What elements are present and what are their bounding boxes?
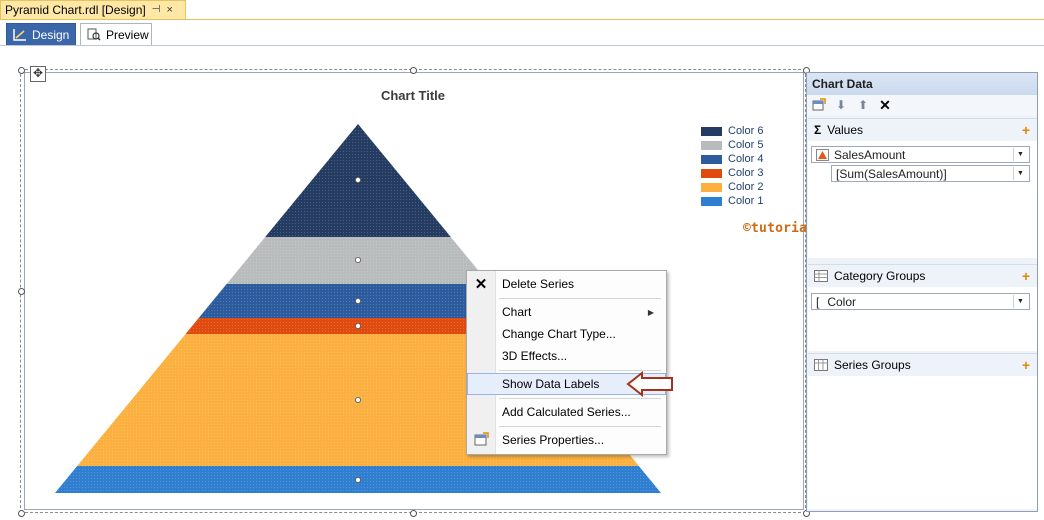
panel-title: Chart Data [807, 73, 1037, 95]
section-title: Series Groups [834, 358, 911, 372]
legend-label: Color 2 [728, 181, 764, 193]
chevron-down-icon[interactable]: ▼ [1013, 148, 1027, 161]
field-label: [Sum(SalesAmount)] [836, 166, 947, 181]
legend-swatch [701, 196, 722, 206]
series-point-marker [354, 256, 361, 263]
series-point-marker [354, 322, 361, 329]
values-header: Σ Values + [808, 118, 1037, 141]
menu-separator [499, 298, 661, 299]
grid-icon [814, 270, 828, 282]
menu-label: Chart [502, 305, 532, 319]
menu-label: Delete Series [502, 277, 575, 291]
legend-swatch [701, 182, 722, 192]
properties-icon [473, 431, 489, 449]
legend-label: Color 1 [728, 195, 764, 207]
bracket-icon: [ [816, 294, 820, 309]
legend-item: Color 4 [701, 152, 763, 166]
values-aggregate-expression[interactable]: [Sum(SalesAmount)] ▼ [831, 165, 1030, 182]
sigma-icon: Σ [814, 123, 822, 137]
legend-label: Color 4 [728, 153, 764, 165]
values-section: Σ Values + SalesAmount ▼ [Sum(SalesAmoun… [808, 118, 1037, 258]
move-down-icon[interactable]: ⬇ [834, 98, 848, 112]
series-groups-header: Series Groups + [808, 353, 1037, 376]
menu-label: Add Calculated Series... [502, 405, 631, 419]
panel-toolbar: ⬇ ⬆ ✕ [807, 95, 1037, 115]
legend-swatch [701, 154, 722, 164]
series-context-menu: ✕ Delete Series Chart ▶ Change Chart Typ… [466, 270, 667, 455]
menu-label: Show Data Labels [502, 377, 600, 391]
legend-item: Color 5 [701, 138, 763, 152]
section-title: Category Groups [834, 269, 926, 283]
values-field-salesamount[interactable]: SalesAmount ▼ [811, 146, 1030, 163]
legend-swatch [701, 168, 722, 178]
menu-item-delete-series[interactable]: ✕ Delete Series [467, 273, 666, 295]
series-point-marker [354, 297, 361, 304]
menu-item-change-chart-type[interactable]: Change Chart Type... [467, 323, 666, 345]
menu-separator [499, 426, 661, 427]
legend-label: Color 5 [728, 139, 764, 151]
add-category-group-icon[interactable]: + [1022, 268, 1030, 284]
category-groups-header: Category Groups + [808, 264, 1037, 287]
add-value-icon[interactable]: + [1022, 122, 1030, 138]
menu-label: 3D Effects... [502, 349, 568, 363]
properties-icon[interactable] [812, 98, 826, 112]
category-groups-section: Category Groups + [ Color ▼ [808, 264, 1037, 351]
section-title: Values [827, 123, 864, 137]
menu-label: Change Chart Type... [502, 327, 616, 341]
chart-data-panel: Chart Data ⬇ ⬆ ✕ Σ Values + SalesAmount … [806, 72, 1038, 512]
series-groups-section: Series Groups + [808, 353, 1037, 509]
legend-label: Color 3 [728, 167, 764, 179]
menu-item-3d-effects[interactable]: 3D Effects... [467, 345, 666, 367]
series-point-marker [354, 396, 361, 403]
legend-swatch [701, 140, 722, 150]
series-point-marker [354, 476, 361, 483]
category-group-field-color[interactable]: [ Color ▼ [811, 293, 1030, 310]
field-label: Color [827, 294, 857, 309]
series-point-marker [354, 176, 361, 183]
chevron-down-icon[interactable]: ▼ [1013, 295, 1027, 308]
legend-item: Color 1 [701, 194, 763, 208]
legend-label: Color 6 [728, 125, 764, 137]
grid-icon [814, 359, 828, 371]
series-type-icon [816, 148, 829, 161]
legend-swatch [701, 126, 722, 136]
add-series-group-icon[interactable]: + [1022, 357, 1030, 373]
callout-arrow-icon [626, 371, 673, 397]
delete-icon[interactable]: ✕ [878, 98, 892, 112]
menu-item-series-properties[interactable]: Series Properties... [467, 429, 666, 451]
legend-item: Color 2 [701, 180, 763, 194]
field-label: SalesAmount [834, 147, 906, 162]
move-up-icon[interactable]: ⬆ [856, 98, 870, 112]
chevron-down-icon[interactable]: ▼ [1013, 167, 1027, 180]
chart-legend[interactable]: Color 6 Color 5 Color 4 Color 3 Color 2 … [701, 124, 763, 208]
menu-separator [499, 398, 661, 399]
menu-item-chart[interactable]: Chart ▶ [467, 301, 666, 323]
menu-label: Series Properties... [502, 433, 605, 447]
legend-item: Color 3 [701, 166, 763, 180]
legend-item: Color 6 [701, 124, 763, 138]
menu-item-add-calculated-series[interactable]: Add Calculated Series... [467, 401, 666, 423]
delete-x-icon: ✕ [474, 276, 488, 293]
submenu-arrow-icon: ▶ [647, 307, 654, 317]
